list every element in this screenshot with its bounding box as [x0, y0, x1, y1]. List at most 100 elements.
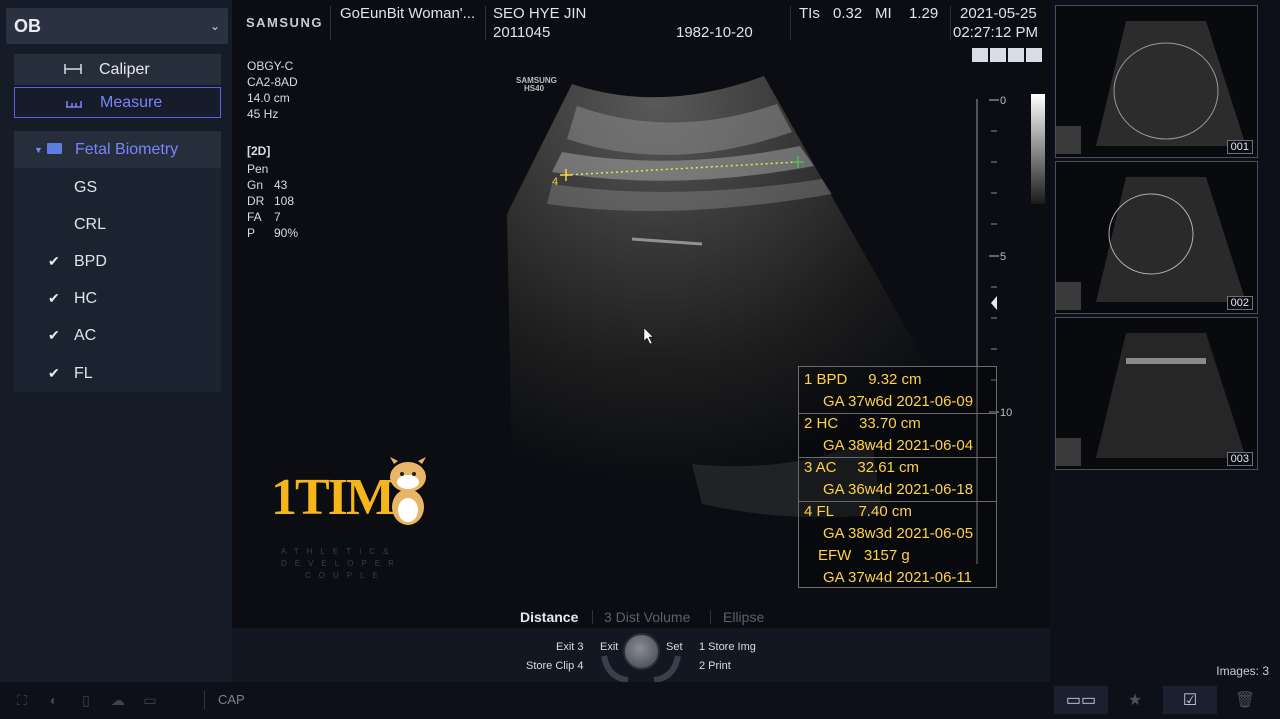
birth-date: 1982-10-20: [676, 24, 753, 41]
layout-button[interactable]: ▭▭: [1054, 686, 1108, 714]
scale-label-10: 10: [1000, 407, 1012, 419]
result-fl-ga: GA 38w3d 2021-06-05: [823, 525, 974, 542]
gain-label: Gn: [247, 178, 264, 192]
checkbox-icon: ☑: [1182, 692, 1198, 709]
result-efw-ga: GA 37w4d 2021-06-11: [823, 569, 972, 586]
divider: [799, 457, 996, 458]
grayscale-bar: [1031, 94, 1045, 204]
cloud-icon: ☁: [111, 692, 125, 708]
thumbnail-number: 001: [1226, 140, 1253, 154]
tree-group-fetal-biometry[interactable]: ▼ Fetal Biometry: [14, 131, 221, 168]
exit3-label[interactable]: Exit 3: [556, 641, 584, 653]
logo-tagline-line: ATHLETIC&: [281, 547, 397, 556]
measure-label: Measure: [100, 93, 163, 111]
tree-item-label: CRL: [74, 215, 107, 233]
measure-button[interactable]: Measure: [14, 87, 221, 118]
caliper-label: Caliper: [99, 60, 150, 78]
check-icon: ✔: [48, 365, 60, 381]
battery-icon: ▯: [82, 692, 90, 708]
store-clip-label[interactable]: Store Clip 4: [526, 660, 583, 672]
caps-lock-indicator: CAP: [218, 692, 245, 707]
thumbnail[interactable]: 001: [1055, 5, 1258, 158]
institution-name: GoEunBit Woman'...: [340, 5, 476, 22]
check-icon: ✔: [48, 253, 60, 269]
thumbnail-image: [1056, 177, 1246, 310]
dr-value: 108: [274, 194, 295, 208]
dr-label: DR: [247, 194, 265, 208]
store-img-label[interactable]: 1 Store Img: [699, 641, 756, 653]
mascot-icon: [390, 457, 426, 525]
focus-marker-icon[interactable]: [991, 296, 997, 310]
disk-icon: ◐: [49, 692, 59, 708]
scale-label-0: 0: [1000, 95, 1006, 107]
exam-time: 02:27:12 PM: [953, 24, 1039, 41]
divider: [790, 6, 791, 40]
mode-icons: [972, 48, 1042, 62]
thumbnail-image: [1056, 333, 1246, 466]
frequency-label: Pen: [247, 162, 269, 176]
result-ac-ga: GA 36w4d 2021-06-18: [823, 481, 974, 498]
divider: [592, 610, 593, 624]
network-icon: ⛶: [17, 692, 27, 708]
caliper-button[interactable]: Caliper: [14, 54, 221, 85]
brand-logo: SAMSUNG: [246, 15, 323, 30]
tis-label: TIs: [799, 5, 820, 22]
fa-value: 7: [274, 210, 281, 224]
dual-layout-icon: ▭▭: [1065, 692, 1097, 709]
fa-label: FA: [247, 210, 262, 224]
tree-item-hc[interactable]: ✔ HC: [14, 280, 221, 317]
tree-item-ac[interactable]: ✔ AC: [14, 317, 221, 354]
patient-id: 2011045: [493, 24, 551, 41]
tree-item-label: FL: [74, 364, 93, 382]
thumbnail-number: 003: [1226, 452, 1253, 466]
caliper-marker-label: 4: [552, 176, 558, 188]
images-count: Images: 3: [1216, 664, 1269, 678]
result-fl: 4 FL 7.40 cm: [804, 503, 912, 520]
divider: [799, 413, 996, 414]
star-icon: ★: [1127, 692, 1143, 709]
check-icon: ✔: [48, 290, 60, 306]
logo-watermark: 1TIM: [271, 469, 395, 526]
mode-dropdown[interactable]: OB ⌄: [6, 8, 228, 44]
thumbnail-image: [1056, 21, 1246, 154]
mi-label: MI: [875, 5, 892, 22]
power-value: 90%: [274, 226, 299, 240]
result-efw: EFW 3157 g: [818, 547, 910, 564]
tree-item-label: AC: [74, 326, 97, 344]
trackball-knob[interactable]: [623, 633, 660, 670]
thumbnail[interactable]: 003: [1055, 317, 1258, 470]
thumbnail[interactable]: 002: [1055, 161, 1258, 314]
divider: [485, 6, 486, 40]
probe-label: CA2-8AD: [247, 75, 298, 89]
scale-label-5: 5: [1000, 251, 1006, 263]
favorite-button[interactable]: ★: [1108, 686, 1162, 714]
check-icon: ✔: [48, 327, 60, 343]
folder-icon: [47, 143, 62, 154]
tab-ellipse[interactable]: Ellipse: [723, 609, 764, 625]
tree-item-label: HC: [74, 289, 98, 307]
tab-dist-volume[interactable]: 3 Dist Volume: [604, 609, 690, 625]
select-button[interactable]: ☑: [1163, 686, 1217, 714]
tree-item-crl[interactable]: CRL: [14, 206, 221, 243]
divider: [950, 6, 951, 40]
tree-item-bpd[interactable]: ✔ BPD: [14, 243, 221, 280]
device-model: HS40: [524, 84, 545, 93]
tab-distance[interactable]: Distance: [520, 609, 578, 625]
divider: [710, 610, 711, 624]
result-bpd: 1 BPD 9.32 cm: [804, 371, 922, 388]
preset-label: OBGY-C: [247, 59, 294, 73]
depth-label: 14.0 cm: [247, 91, 290, 105]
caliper-icon: [64, 64, 82, 74]
divider: [330, 6, 331, 40]
result-hc: 2 HC 33.70 cm: [804, 415, 921, 432]
tree-item-fl[interactable]: ✔ FL: [14, 355, 221, 392]
ruler-icon: [66, 101, 82, 108]
chevron-down-icon: ⌄: [209, 19, 220, 33]
print-label[interactable]: 2 Print: [699, 660, 731, 672]
delete-button[interactable]: 🗑: [1218, 686, 1272, 714]
tis-value: 0.32: [833, 5, 863, 22]
tree-item-gs[interactable]: GS: [14, 169, 221, 206]
measurement-tree: ▼ Fetal Biometry GS CRL ✔ BPD ✔ HC ✔ AC ✔ FL: [14, 131, 221, 392]
mi-value: 1.29: [909, 5, 939, 22]
logo-tagline-line: COUPLE: [305, 571, 386, 580]
